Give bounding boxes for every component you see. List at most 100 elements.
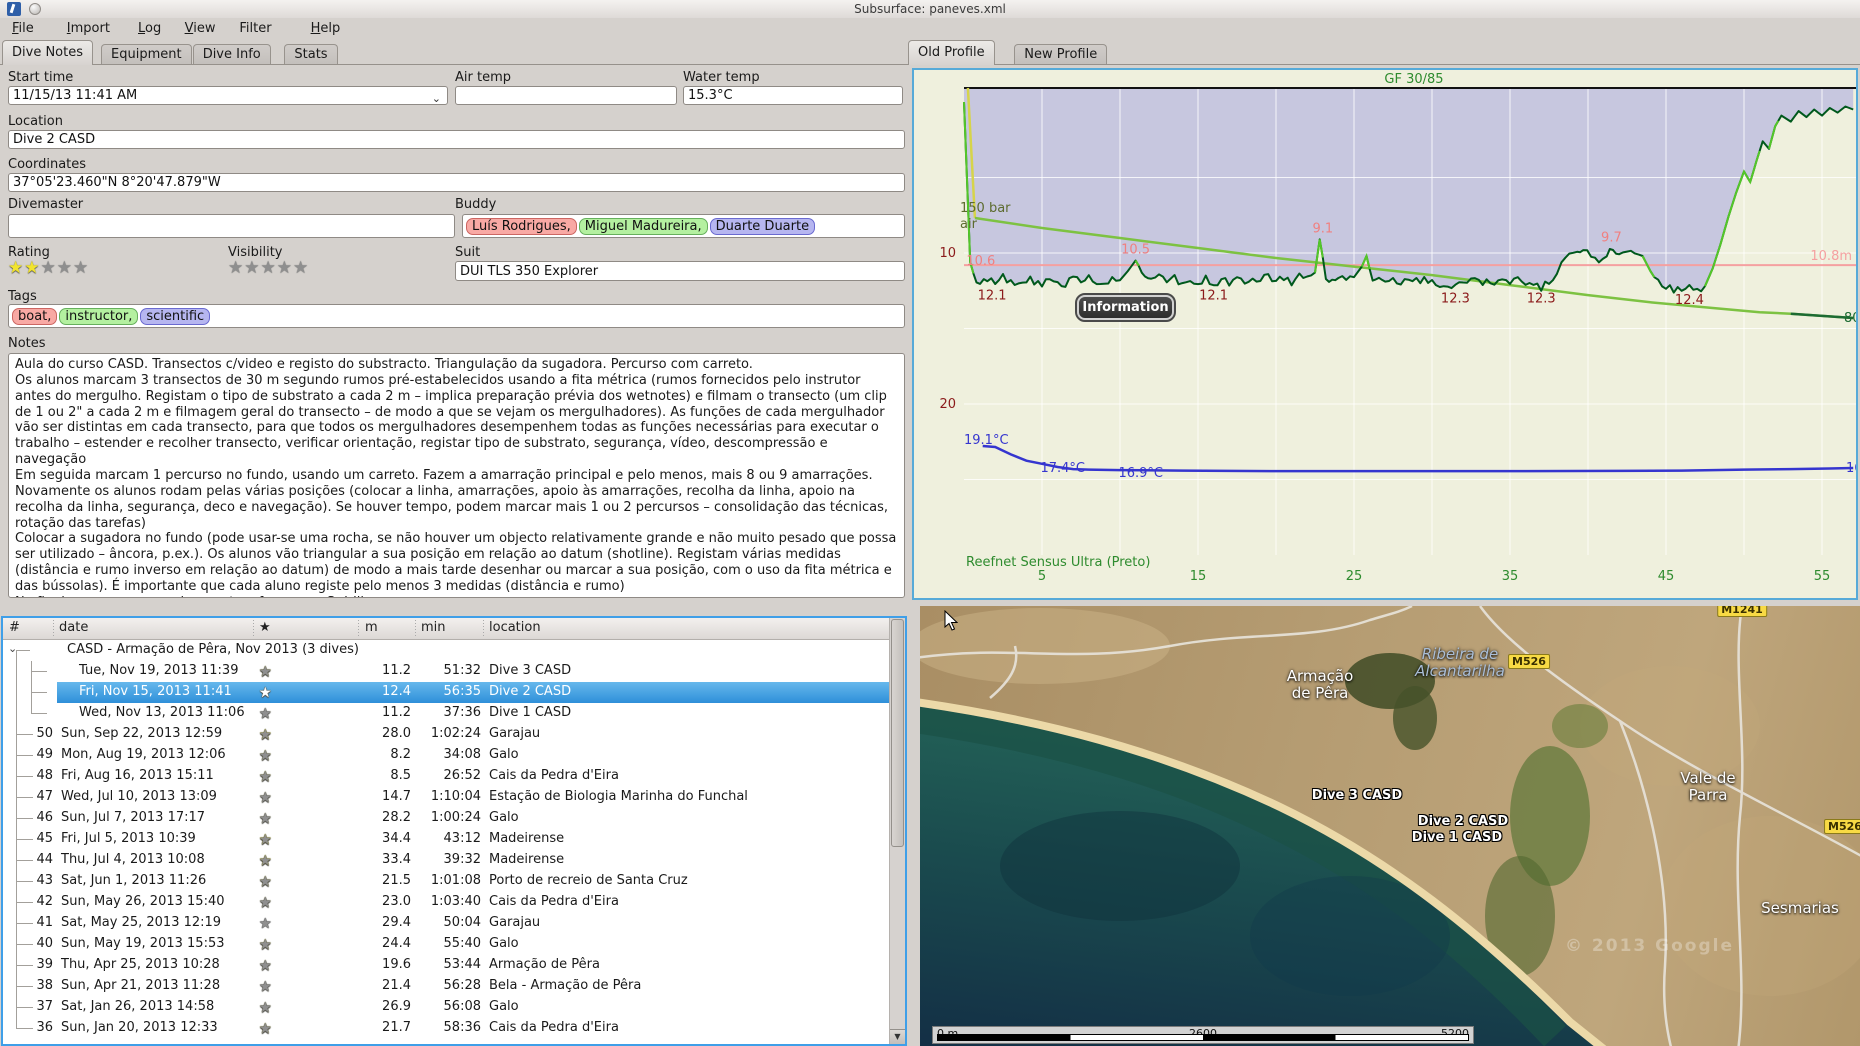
svg-text:9.7: 9.7	[1601, 230, 1622, 245]
rating-stars[interactable]: ★★★★★	[8, 258, 89, 278]
column-separator	[53, 620, 54, 637]
dive-row[interactable]: 40 Sun, May 19, 2013 15:53 ★ ★ ★ ★ ★ 24.4 55:40 G…	[3, 934, 890, 955]
column-separator	[483, 620, 484, 637]
dive-location-cell: Bela - Armação de Pêra	[489, 978, 642, 993]
star-empty-icon: ★	[259, 853, 272, 869]
collapse-icon[interactable]: ⌄	[8, 642, 17, 655]
information-button[interactable]: Information	[1075, 293, 1176, 322]
dive-row[interactable]: 47 Wed, Jul 10, 2013 13:09 ★ ★ ★ ★ ★ 14.7 1:10:0…	[3, 787, 890, 808]
menu-filter[interactable]: Filter	[235, 20, 275, 37]
dive-row[interactable]: 36 Sun, Jan 20, 2013 12:33 ★ ★ ★ ★ ★ 21.7 58:36 C…	[3, 1018, 890, 1039]
dive-site-marker[interactable]: Dive 1 CASD	[1412, 830, 1502, 845]
scrollbar-down-button[interactable]: ▼	[890, 1029, 905, 1044]
tab-stats[interactable]: Stats	[284, 44, 338, 65]
dive-row[interactable]: 45 Fri, Jul 5, 2013 10:39 ★ ★ ★ ★ ★ 34.4 43:12 Ma…	[3, 829, 890, 850]
dive-row[interactable]: 50 Sun, Sep 22, 2013 12:59 ★ ★ ★ ★ ★ 28.0 1:02:2…	[3, 724, 890, 745]
star-filled-icon: ★	[24, 258, 41, 278]
dive-duration-cell: 26:52	[443, 768, 481, 783]
dive-row[interactable]: 42 Sun, May 26, 2013 15:40 ★ ★ ★ ★ ★ 23.0 1:03:4…	[3, 892, 890, 913]
dive-row[interactable]: 38 Sun, Apr 21, 2013 11:28 ★ ★ ★ ★ ★ 21.4 56:28 B…	[3, 976, 890, 997]
dive-row[interactable]: 39 Thu, Apr 25, 2013 10:28 ★ ★ ★ ★ ★ 19.6 53:44 A…	[3, 955, 890, 976]
divemaster-field[interactable]	[8, 214, 455, 238]
coordinates-field[interactable]	[8, 173, 905, 192]
dive-row[interactable]: 44 Thu, Jul 4, 2013 10:08 ★ ★ ★ ★ ★ 33.4 39:32 Ma…	[3, 850, 890, 871]
visibility-stars[interactable]: ★★★★★	[228, 258, 309, 278]
dive-row[interactable]: Fri, Nov 15, 2013 11:41 ★ ★ ★ ★ ★ 12.4 56:35 Div…	[3, 682, 890, 703]
dive-row[interactable]: 37 Sat, Jan 26, 2013 14:58 ★ ★ ★ ★ ★ 26.9 56:08 G…	[3, 997, 890, 1018]
dive-row[interactable]: Wed, Nov 13, 2013 11:06 ★ ★ ★ ★ ★ 11.2 37:36 Div…	[3, 703, 890, 724]
dive-row[interactable]: 49 Mon, Aug 19, 2013 12:06 ★ ★ ★ ★ ★ 8.2 34:08 Ga…	[3, 745, 890, 766]
window-title: Subsurface: paneves.xml	[854, 2, 1006, 16]
dive-number-cell: 41	[36, 915, 53, 930]
svg-text:air: air	[960, 217, 978, 232]
water-temp-field[interactable]	[683, 86, 903, 105]
svg-text:45: 45	[1658, 569, 1675, 584]
dive-list-header[interactable]: # date ★ m min location	[3, 618, 890, 640]
dive-row[interactable]: 48 Fri, Aug 16, 2013 15:11 ★ ★ ★ ★ ★ 8.5 26:52 Ca…	[3, 766, 890, 787]
splitter-handle[interactable]	[672, 604, 696, 619]
column-header-min[interactable]: min	[421, 620, 446, 635]
dive-location-cell: Galo	[489, 999, 519, 1014]
column-header-stars[interactable]: ★	[259, 620, 271, 635]
location-field[interactable]	[8, 130, 905, 149]
dive-date-cell: Sat, May 25, 2013 12:19	[61, 915, 222, 930]
column-header-m[interactable]: m	[365, 620, 378, 635]
tab-old-profile[interactable]: Old Profile	[908, 40, 995, 65]
tab-new-profile[interactable]: New Profile	[1014, 44, 1108, 65]
splitter-handle[interactable]	[222, 604, 246, 619]
star-empty-icon: ★	[259, 979, 272, 995]
menu-view[interactable]: View	[181, 20, 220, 37]
tags-field[interactable]: boat, instructor, scientific	[8, 304, 905, 328]
tab-equipment[interactable]: Equipment	[101, 44, 192, 65]
dive-number-cell: 45	[36, 831, 53, 846]
dive-number-cell: 49	[36, 747, 53, 762]
splitter-handle[interactable]	[448, 604, 472, 619]
dive-location-cell: Dive 1 CASD	[489, 705, 572, 720]
svg-text:12.1: 12.1	[978, 289, 1007, 304]
map-place-label: Sesmarias	[1761, 899, 1839, 917]
tab-dive-notes[interactable]: Dive Notes	[2, 40, 93, 65]
dive-date-cell: Sun, May 26, 2013 15:40	[61, 894, 225, 909]
dive-row[interactable]: 43 Sat, Jun 1, 2013 11:26 ★ ★ ★ ★ ★ 21.5 1:01:08…	[3, 871, 890, 892]
tags-label: Tags	[8, 289, 37, 304]
dive-site-marker[interactable]: Dive 2 CASD	[1418, 814, 1508, 829]
dive-number-cell: 37	[36, 999, 53, 1014]
column-header-num[interactable]: #	[9, 620, 20, 635]
menu-log[interactable]: Log	[134, 20, 165, 37]
dive-date-cell: Wed, Nov 13, 2013 11:06	[79, 705, 245, 720]
column-header-date[interactable]: date	[59, 620, 88, 635]
tree-stub	[31, 713, 47, 714]
suit-field[interactable]	[455, 261, 905, 281]
scrollbar-thumb[interactable]	[891, 619, 904, 847]
dive-depth-cell: 11.2	[382, 663, 411, 678]
buddy-pill: Miguel Madureira,	[578, 217, 708, 235]
dive-row[interactable]: Tue, Nov 19, 2013 11:39 ★ ★ ★ ★ ★ 11.2 51:32 Div…	[3, 661, 890, 682]
dive-duration-cell: 1:00:24	[430, 810, 481, 825]
dive-list-scrollbar[interactable]: ▼	[889, 618, 905, 1044]
notes-field[interactable]: Aula do curso CASD. Transectos c/video e…	[8, 353, 905, 598]
start-time-combo[interactable]: 11/15/13 11:41 AM ⌄	[8, 86, 448, 105]
dive-location-cell: Galo	[489, 810, 519, 825]
dive-location-cell: Porto de recreio de Santa Cruz	[489, 873, 688, 888]
tab-dive-info[interactable]: Dive Info	[192, 44, 271, 65]
map[interactable]: Armação de Pêra Ribeira de Alcantarilha Va…	[920, 606, 1860, 1046]
subsurface-window: Subsurface: paneves.xml File Import Log Vie…	[0, 0, 1860, 1046]
trip-row[interactable]: ⌄ CASD - Armação de Pêra, Nov 2013 (3 div…	[3, 640, 890, 661]
dive-duration-cell: 34:08	[443, 747, 481, 762]
buddy-field[interactable]: Luís Rodrigues, Miguel Madureira, Duarte D…	[462, 214, 905, 238]
dive-duration-cell: 1:10:04	[430, 789, 481, 804]
dive-row[interactable]: 46 Sun, Jul 7, 2013 17:17 ★ ★ ★ ★ ★ 28.2 1:00:24…	[3, 808, 890, 829]
dive-duration-cell: 56:28	[443, 978, 481, 993]
dive-site-marker[interactable]: Dive 3 CASD	[1312, 788, 1402, 803]
menu-import[interactable]: Import	[63, 20, 114, 37]
air-temp-field[interactable]	[455, 86, 677, 105]
dive-row[interactable]: 41 Sat, May 25, 2013 12:19 ★ ★ ★ ★ ★ 29.4 50:04 G…	[3, 913, 890, 934]
menu-file[interactable]: File	[8, 20, 38, 37]
dive-date-cell: Fri, Jul 5, 2013 10:39	[61, 831, 196, 846]
column-header-location[interactable]: location	[489, 620, 541, 635]
svg-text:12.1: 12.1	[1199, 289, 1228, 304]
svg-text:10.8m: 10.8m	[1810, 249, 1852, 264]
svg-text:150 bar: 150 bar	[960, 201, 1011, 216]
dive-number-cell: 43	[36, 873, 53, 888]
menu-help[interactable]: Help	[307, 20, 345, 37]
